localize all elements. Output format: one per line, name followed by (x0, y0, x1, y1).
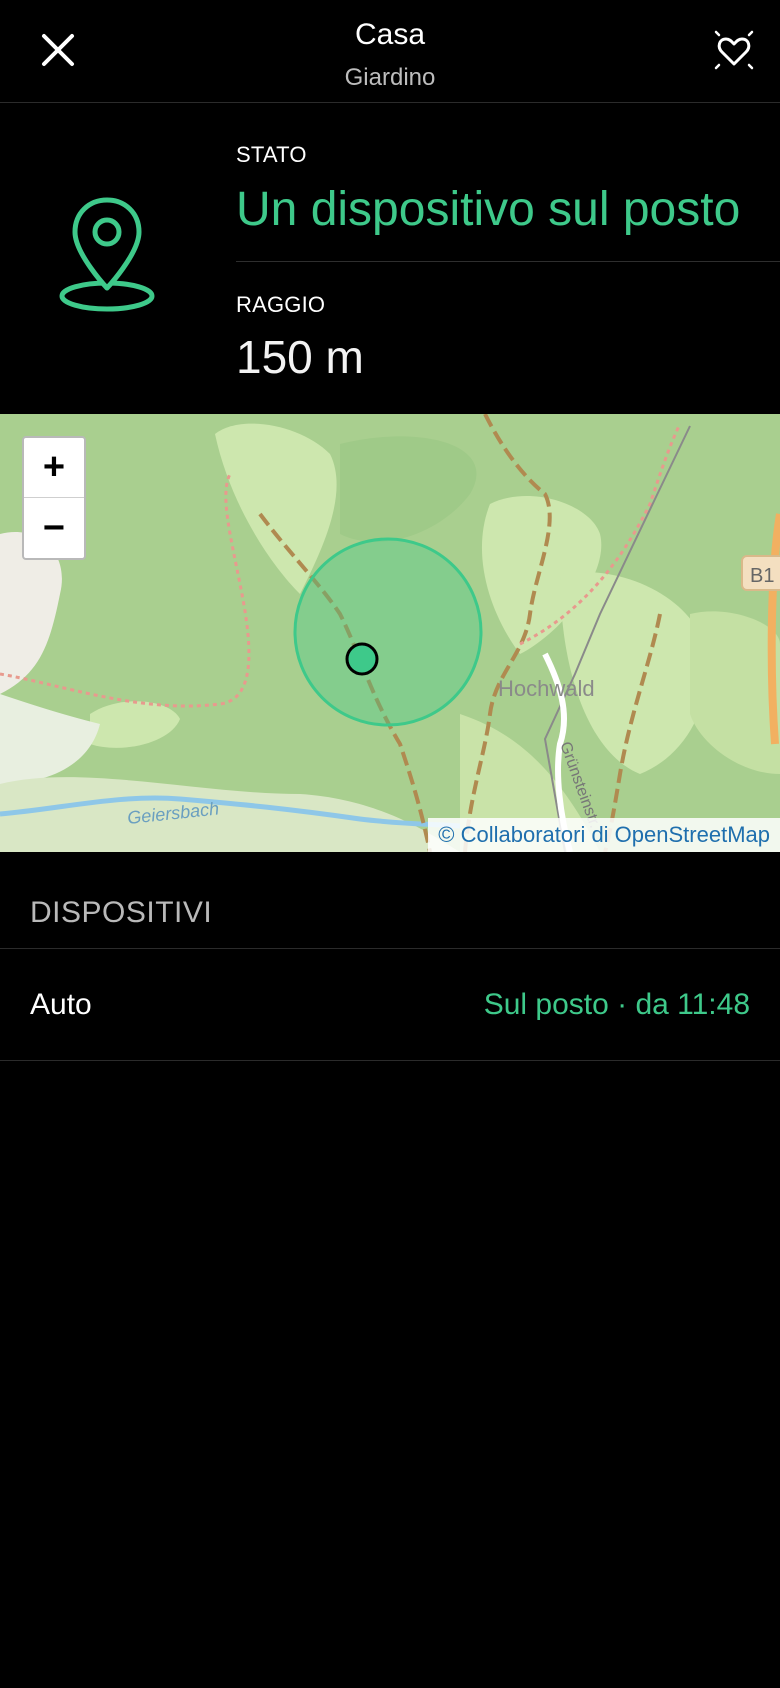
map-view[interactable]: B1 Hochwald Geiersbach Grünsteinstr. + −… (0, 414, 780, 852)
zoom-out-button[interactable]: − (24, 498, 84, 558)
device-row-auto[interactable]: Auto Sul posto · da 11:48 (0, 950, 780, 1060)
radius-value: 150 m (236, 331, 364, 383)
map-tiles: B1 Hochwald Geiersbach Grünsteinstr. (0, 414, 780, 852)
geofence-radius (293, 537, 483, 727)
road-badge: B1 (750, 565, 774, 587)
status-label: STATO (236, 142, 307, 167)
map-attribution-link[interactable]: © Collaboratori di OpenStreetMap (428, 818, 780, 852)
device-name: Auto (30, 988, 92, 1021)
page-title: Casa (354, 18, 426, 51)
status-value: Un dispositivo sul posto (236, 183, 741, 236)
divider (0, 1060, 780, 1061)
zoom-in-button[interactable]: + (24, 438, 84, 498)
device-status: Sul posto · da 11:48 (483, 988, 750, 1021)
info-divider (236, 261, 780, 262)
heart-sparkle-icon (714, 30, 754, 70)
place-label-hochwald: Hochwald (498, 676, 595, 701)
page-subtitle: Giardino (344, 64, 436, 91)
zone-info: STATO Un dispositivo sul posto RAGGIO 15… (0, 104, 780, 414)
zoom-control: + − (22, 436, 86, 560)
devices-section-title: DISPOSITIVI (30, 896, 213, 929)
radius-label: RAGGIO (236, 292, 326, 317)
favorite-button[interactable] (706, 22, 762, 78)
location-pin-icon (59, 197, 155, 312)
divider (0, 948, 780, 949)
geofence-detail-screen: Casa Giardino STATO Un dispositivo sul p… (0, 0, 780, 1688)
top-bar: Casa Giardino (0, 0, 780, 103)
device-marker[interactable] (345, 642, 379, 676)
